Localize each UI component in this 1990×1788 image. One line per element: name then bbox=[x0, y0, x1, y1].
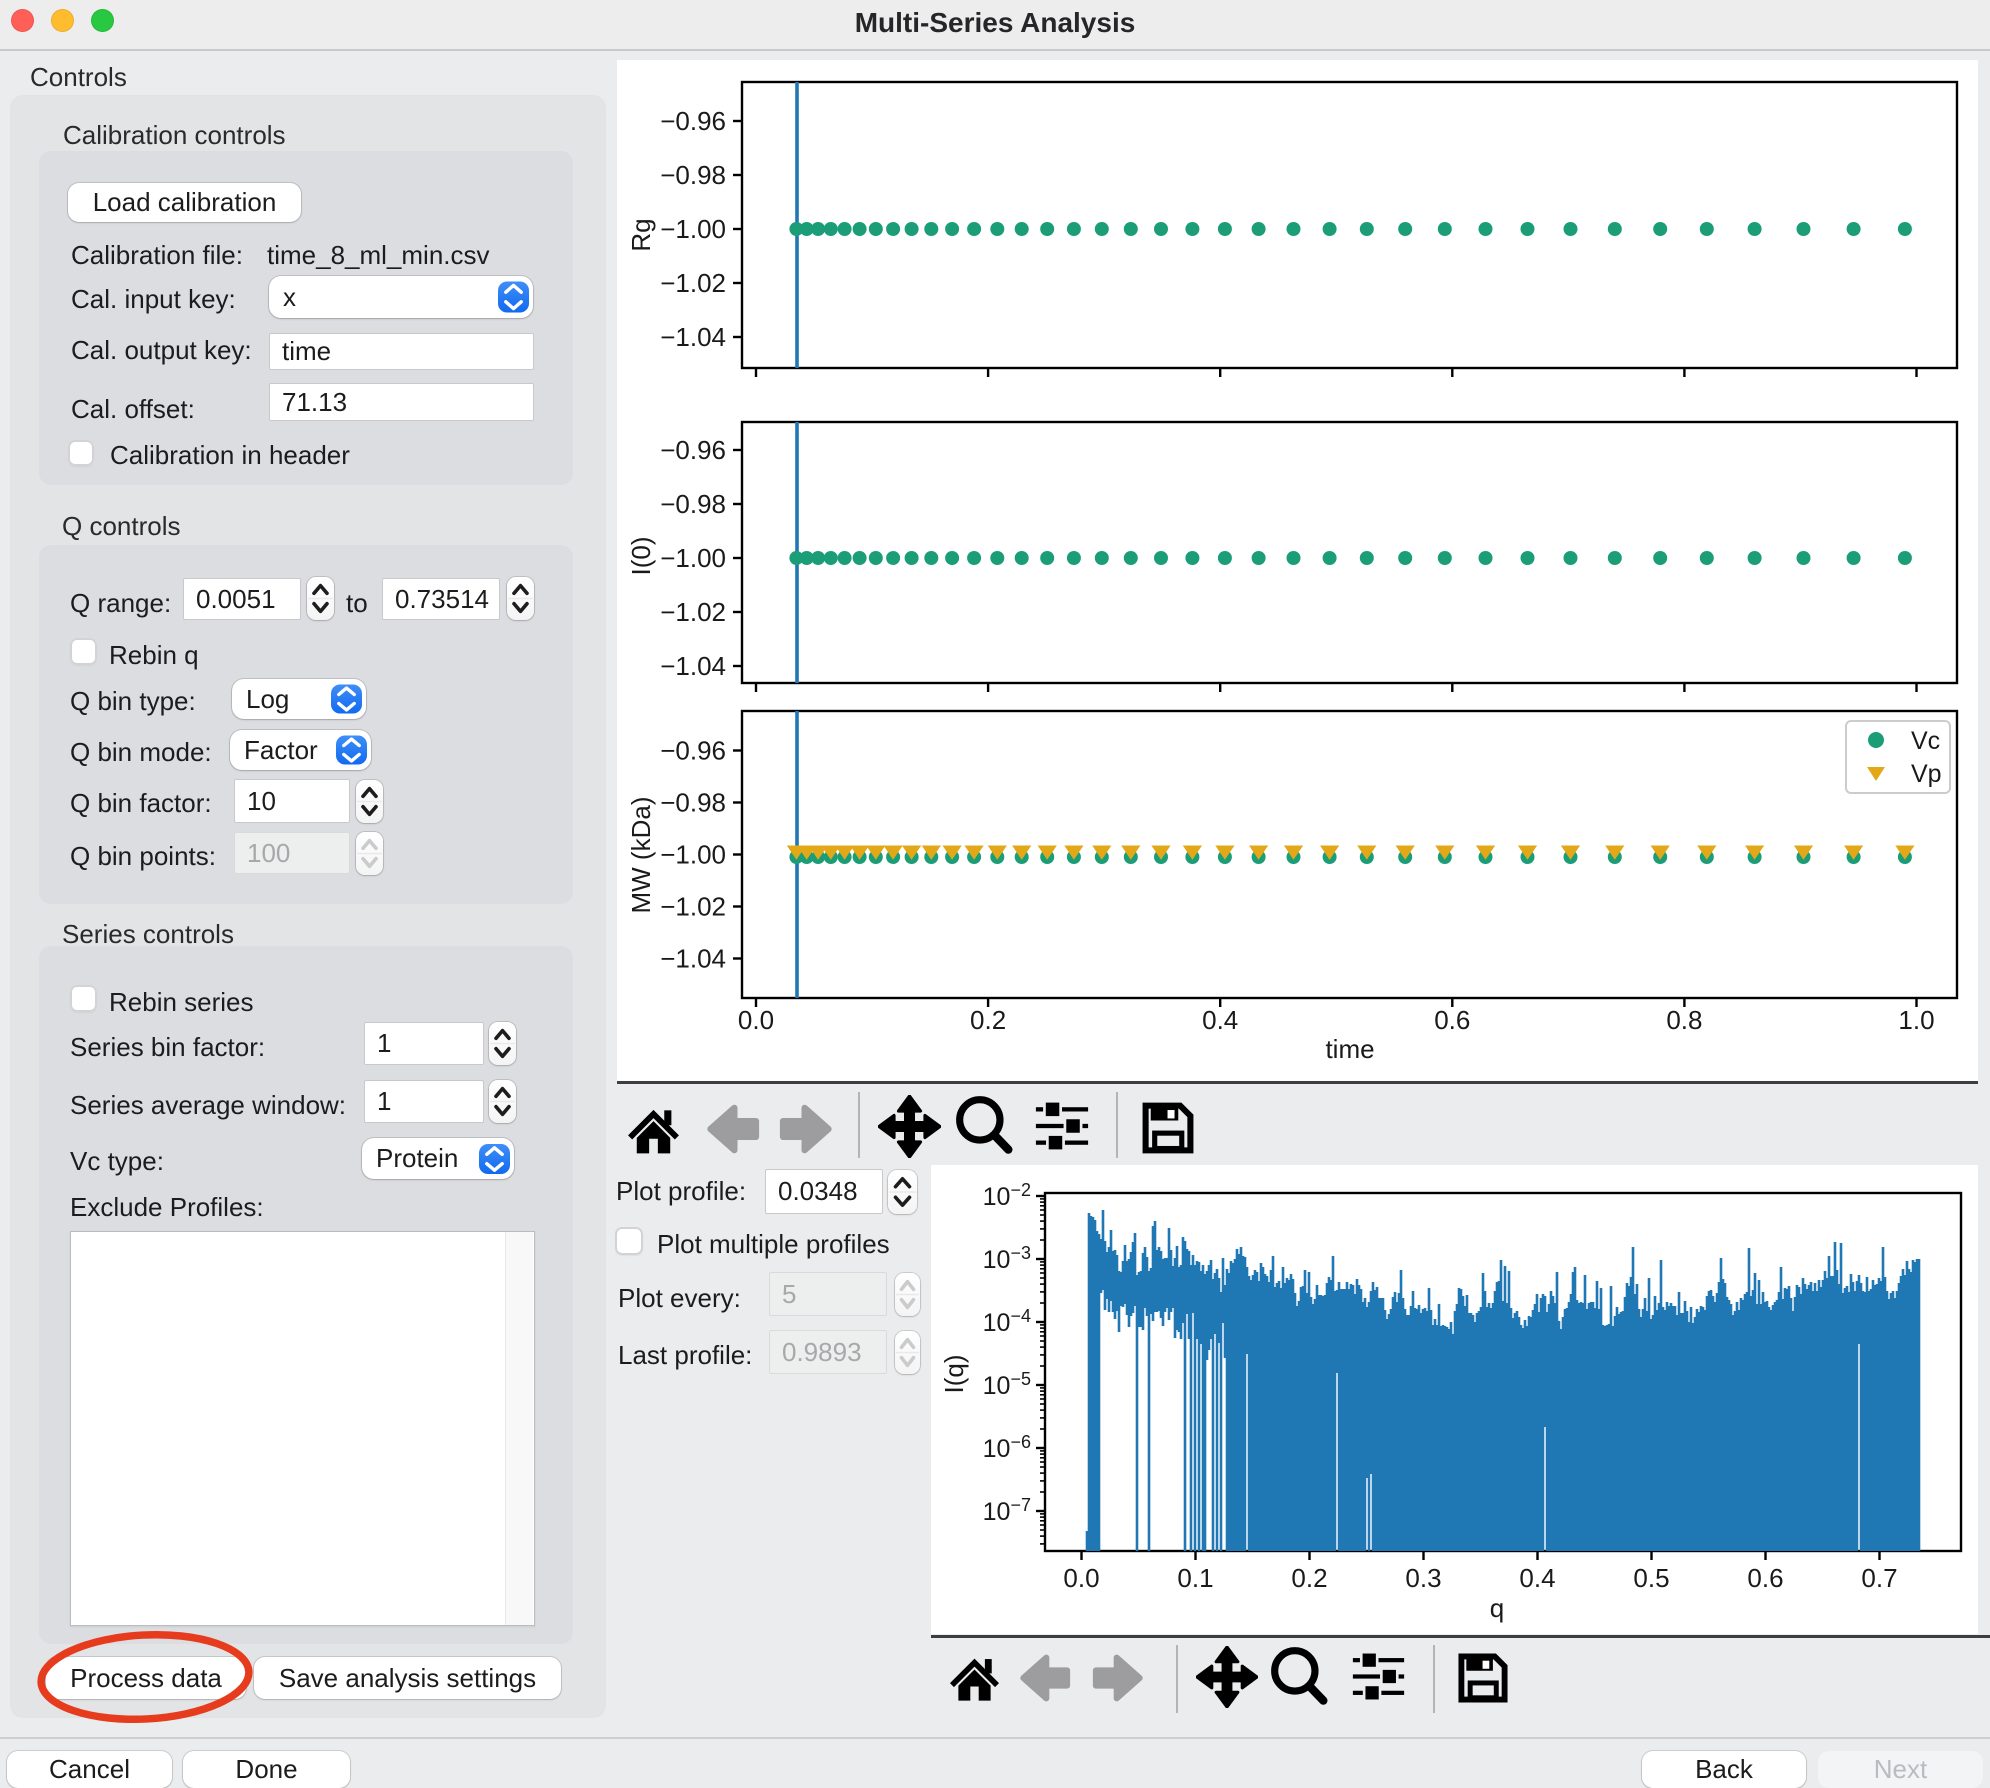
svg-text:0.7: 0.7 bbox=[1861, 1563, 1897, 1593]
svg-text:0.6: 0.6 bbox=[1747, 1563, 1783, 1593]
svg-text:10−4: 10−4 bbox=[983, 1306, 1031, 1337]
svg-text:0.4: 0.4 bbox=[1519, 1563, 1555, 1593]
svg-text:0.5: 0.5 bbox=[1633, 1563, 1669, 1593]
svg-text:0.3: 0.3 bbox=[1405, 1563, 1441, 1593]
svg-text:10−7: 10−7 bbox=[983, 1495, 1031, 1526]
svg-text:I(q): I(q) bbox=[939, 1355, 969, 1394]
svg-text:0.2: 0.2 bbox=[1291, 1563, 1327, 1593]
svg-text:10−5: 10−5 bbox=[983, 1369, 1031, 1400]
svg-text:0.1: 0.1 bbox=[1177, 1563, 1213, 1593]
svg-text:q: q bbox=[1490, 1593, 1504, 1623]
svg-text:10−3: 10−3 bbox=[983, 1243, 1031, 1274]
svg-text:0.0: 0.0 bbox=[1063, 1563, 1099, 1593]
svg-text:10−6: 10−6 bbox=[983, 1432, 1031, 1463]
svg-text:10−2: 10−2 bbox=[983, 1180, 1031, 1211]
